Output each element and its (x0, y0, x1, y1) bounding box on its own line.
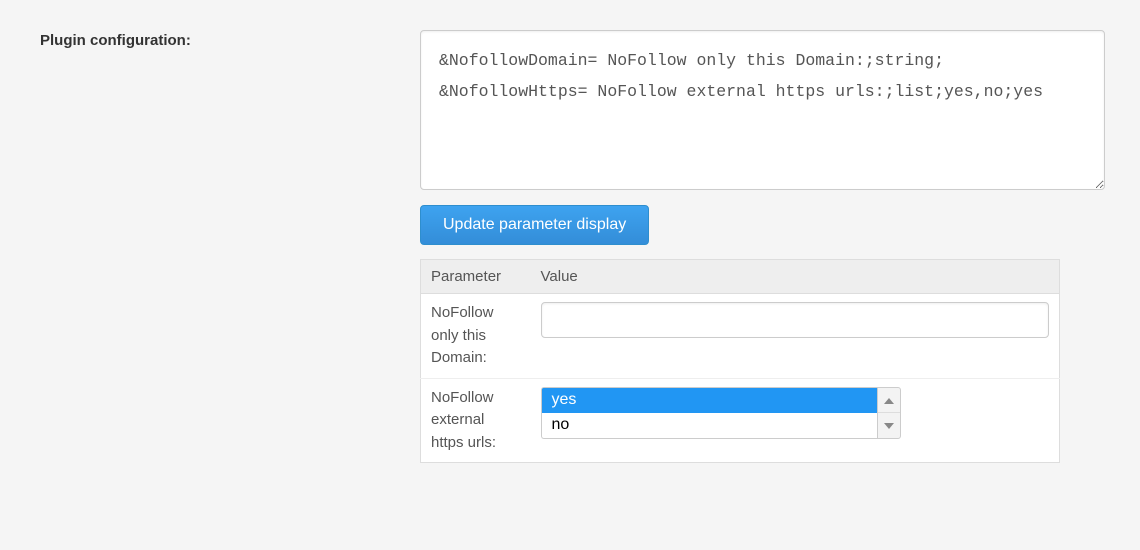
parameter-name: NoFollow external https urls: (421, 378, 531, 463)
select-option-yes[interactable]: yes (542, 388, 877, 413)
table-row: NoFollow only this Domain: (421, 294, 1060, 379)
update-parameter-display-button[interactable]: Update parameter display (420, 205, 649, 245)
value-header: Value (531, 260, 1060, 294)
table-row: NoFollow external https urls: yes no (421, 378, 1060, 463)
chevron-down-icon (884, 414, 894, 437)
nofollow-domain-input[interactable] (541, 302, 1050, 338)
parameter-table: Parameter Value NoFollow only this Domai… (420, 259, 1060, 463)
scroll-down-button[interactable] (878, 412, 900, 438)
parameter-name: NoFollow only this Domain: (421, 294, 531, 379)
nofollow-https-select[interactable]: yes no (541, 387, 877, 439)
plugin-config-textarea[interactable] (420, 30, 1105, 190)
select-option-no[interactable]: no (542, 413, 877, 438)
scroll-up-button[interactable] (878, 388, 900, 413)
plugin-config-label: Plugin configuration: (0, 30, 420, 49)
chevron-up-icon (884, 389, 894, 412)
parameter-header: Parameter (421, 260, 531, 294)
